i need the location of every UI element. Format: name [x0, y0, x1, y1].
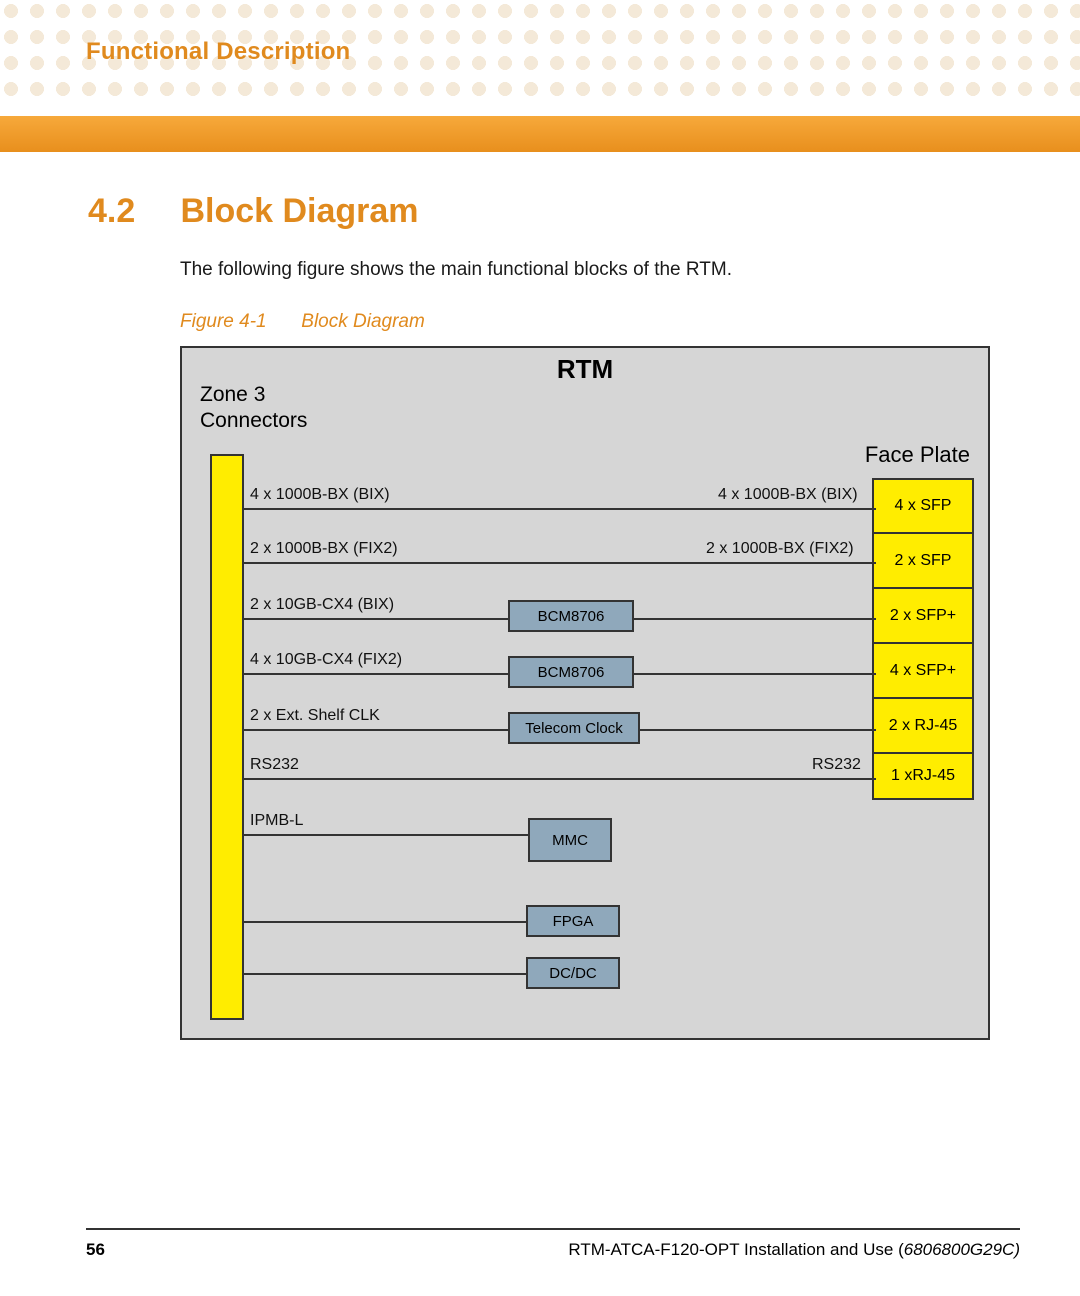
faceplate-box: 4 x SFP: [872, 478, 974, 534]
signal-label: 4 x 1000B-BX (BIX): [718, 486, 858, 504]
zone3-label: Zone 3 Connectors: [200, 382, 307, 435]
doc-partno: 6806800G29C): [904, 1240, 1020, 1259]
page-number: 56: [86, 1240, 105, 1260]
chip-dcdc: DC/DC: [526, 957, 620, 989]
content-area: 4.2 Block Diagram The following figure s…: [88, 192, 1020, 333]
signal-line: [244, 921, 534, 923]
signal-line: [244, 778, 876, 780]
figure-caption: Figure 4-1 Block Diagram: [180, 311, 1020, 333]
header-accent-bar: [0, 116, 1080, 152]
signal-label: IPMB-L: [250, 812, 303, 830]
chip-bcm8706: BCM8706: [508, 600, 634, 632]
signal-label: 4 x 10GB-CX4 (FIX2): [250, 651, 402, 669]
signal-label: 2 x 10GB-CX4 (BIX): [250, 596, 394, 614]
signal-label: 2 x Ext. Shelf CLK: [250, 707, 380, 725]
doc-name: RTM-ATCA-F120-OPT Installation and Use (: [568, 1240, 903, 1259]
faceplate-box: 2 x RJ-45: [872, 699, 974, 754]
faceplate-box: 4 x SFP+: [872, 644, 974, 699]
chip-telecom-clock: Telecom Clock: [508, 712, 640, 744]
signal-line: [244, 834, 554, 836]
faceplate-label: Face Plate: [865, 442, 970, 468]
running-header: Functional Description: [86, 38, 350, 66]
block-diagram: RTM Zone 3 Connectors Face Plate 4 x SFP…: [180, 346, 990, 1040]
figure-caption-number: Figure 4-1: [180, 311, 296, 333]
signal-label: RS232: [250, 756, 299, 774]
signal-label: 2 x 1000B-BX (FIX2): [706, 540, 854, 558]
signal-label: RS232: [812, 756, 861, 774]
figure-caption-title: Block Diagram: [301, 311, 425, 332]
signal-line: [244, 562, 876, 564]
signal-label: 2 x 1000B-BX (FIX2): [250, 540, 398, 558]
faceplate-box: 2 x SFP: [872, 534, 974, 589]
diagram-title: RTM: [182, 354, 988, 385]
signal-label: 4 x 1000B-BX (BIX): [250, 486, 390, 504]
chip-mmc: MMC: [528, 818, 612, 862]
faceplate-column: 4 x SFP 2 x SFP 2 x SFP+ 4 x SFP+ 2 x RJ…: [872, 478, 974, 800]
chip-bcm8706: BCM8706: [508, 656, 634, 688]
signal-line: [244, 973, 534, 975]
footer-rule: [86, 1228, 1020, 1230]
chip-fpga: FPGA: [526, 905, 620, 937]
section-number: 4.2: [88, 192, 176, 231]
section-intro: The following figure shows the main func…: [180, 259, 1020, 281]
document-title-footer: RTM-ATCA-F120-OPT Installation and Use (…: [568, 1240, 1020, 1260]
faceplate-box: 1 xRJ-45: [872, 754, 974, 800]
faceplate-box: 2 x SFP+: [872, 589, 974, 644]
signal-line: [244, 508, 876, 510]
section-title: Block Diagram: [180, 192, 418, 231]
zone3-connector-bar: [210, 454, 244, 1020]
